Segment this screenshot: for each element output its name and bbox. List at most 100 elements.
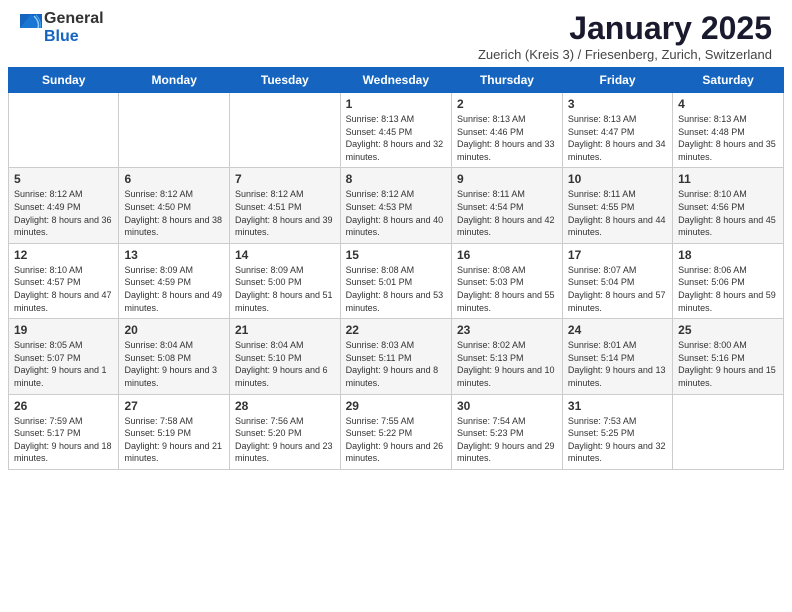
calendar-week-3: 12Sunrise: 8:10 AM Sunset: 4:57 PM Dayli… — [9, 243, 784, 318]
day-number: 2 — [457, 97, 557, 111]
day-number: 19 — [14, 323, 113, 337]
day-number: 25 — [678, 323, 778, 337]
title-area: January 2025 Zuerich (Kreis 3) / Friesen… — [478, 10, 772, 62]
weekday-header-tuesday: Tuesday — [229, 68, 340, 93]
calendar-cell: 9Sunrise: 8:11 AM Sunset: 4:54 PM Daylig… — [452, 168, 563, 243]
calendar-cell: 28 Sunrise: 7:56 AM Sunset: 5:20 PM Dayli… — [229, 394, 340, 469]
day-number: 11 — [678, 172, 778, 186]
day-number: 12 — [14, 248, 113, 262]
calendar-cell — [119, 93, 230, 168]
day-number: 29 — [346, 399, 446, 413]
day-info: Sunrise: 8:05 AM Sunset: 5:07 PM Dayligh… — [14, 339, 113, 389]
calendar-cell: 30 Sunrise: 7:54 AM Sunset: 5:23 PM Dayli… — [452, 394, 563, 469]
calendar-cell: 6 Sunrise: 8:12 AM Sunset: 4:50 PM Daylig… — [119, 168, 230, 243]
calendar-body: 1 Sunrise: 8:13 AM Sunset: 4:45 PM Daylig… — [9, 93, 784, 470]
day-info: Sunrise: 7:53 AM Sunset: 5:25 PM Dayligh… — [568, 415, 667, 465]
day-number: 24 — [568, 323, 667, 337]
calendar-cell: 19 Sunrise: 8:05 AM Sunset: 5:07 PM Dayli… — [9, 319, 119, 394]
day-info: Sunrise: 8:08 AM Sunset: 5:01 PM Dayligh… — [346, 264, 446, 314]
logo: General Blue — [20, 10, 104, 45]
day-info: Sunrise: 8:12 AM Sunset: 4:53 PM Dayligh… — [346, 188, 446, 238]
day-info: Sunrise: 8:10 AM Sunset: 4:56 PM Dayligh… — [678, 188, 778, 238]
calendar-header: SundayMondayTuesdayWednesdayThursdayFrid… — [9, 68, 784, 93]
day-number: 7 — [235, 172, 335, 186]
calendar-cell: 20 Sunrise: 8:04 AM Sunset: 5:08 PM Dayli… — [119, 319, 230, 394]
day-number: 1 — [346, 97, 446, 111]
day-info: Sunrise: 7:58 AM Sunset: 5:19 PM Dayligh… — [124, 415, 224, 465]
day-info: Sunrise: 8:07 AM Sunset: 5:04 PM Dayligh… — [568, 264, 667, 314]
calendar-cell: 3 Sunrise: 8:13 AM Sunset: 4:47 PM Daylig… — [562, 93, 672, 168]
day-info: Sunrise: 7:55 AM Sunset: 5:22 PM Dayligh… — [346, 415, 446, 465]
day-info: Sunrise: 8:02 AM Sunset: 5:13 PM Dayligh… — [457, 339, 557, 389]
calendar-cell: 12Sunrise: 8:10 AM Sunset: 4:57 PM Dayli… — [9, 243, 119, 318]
day-info: Sunrise: 8:12 AM Sunset: 4:49 PM Dayligh… — [14, 188, 113, 238]
calendar-wrapper: SundayMondayTuesdayWednesdayThursdayFrid… — [0, 67, 792, 478]
weekday-header-friday: Friday — [562, 68, 672, 93]
day-number: 20 — [124, 323, 224, 337]
day-info: Sunrise: 8:12 AM Sunset: 4:51 PM Dayligh… — [235, 188, 335, 238]
day-number: 15 — [346, 248, 446, 262]
day-info: Sunrise: 8:01 AM Sunset: 5:14 PM Dayligh… — [568, 339, 667, 389]
calendar-cell: 31 Sunrise: 7:53 AM Sunset: 5:25 PM Dayli… — [562, 394, 672, 469]
day-number: 26 — [14, 399, 113, 413]
day-info: Sunrise: 8:09 AM Sunset: 5:00 PM Dayligh… — [235, 264, 335, 314]
month-title: January 2025 — [478, 10, 772, 47]
day-info: Sunrise: 8:08 AM Sunset: 5:03 PM Dayligh… — [457, 264, 557, 314]
day-number: 13 — [124, 248, 224, 262]
day-info: Sunrise: 8:12 AM Sunset: 4:50 PM Dayligh… — [124, 188, 224, 238]
calendar-cell: 4Sunrise: 8:13 AM Sunset: 4:48 PM Daylig… — [673, 93, 784, 168]
subtitle: Zuerich (Kreis 3) / Friesenberg, Zurich,… — [478, 47, 772, 62]
calendar-cell: 7 Sunrise: 8:12 AM Sunset: 4:51 PM Daylig… — [229, 168, 340, 243]
calendar-cell: 24 Sunrise: 8:01 AM Sunset: 5:14 PM Dayli… — [562, 319, 672, 394]
day-number: 6 — [124, 172, 224, 186]
calendar-cell: 29 Sunrise: 7:55 AM Sunset: 5:22 PM Dayli… — [340, 394, 451, 469]
calendar-cell: 17Sunrise: 8:07 AM Sunset: 5:04 PM Dayli… — [562, 243, 672, 318]
calendar-cell: 11 Sunrise: 8:10 AM Sunset: 4:56 PM Dayli… — [673, 168, 784, 243]
day-number: 14 — [235, 248, 335, 262]
day-number: 27 — [124, 399, 224, 413]
day-number: 8 — [346, 172, 446, 186]
day-info: Sunrise: 8:13 AM Sunset: 4:46 PM Dayligh… — [457, 113, 557, 163]
day-info: Sunrise: 8:09 AM Sunset: 4:59 PM Dayligh… — [124, 264, 224, 314]
calendar-cell — [673, 394, 784, 469]
calendar-cell: 10Sunrise: 8:11 AM Sunset: 4:55 PM Dayli… — [562, 168, 672, 243]
weekday-row: SundayMondayTuesdayWednesdayThursdayFrid… — [9, 68, 784, 93]
calendar-cell: 14 Sunrise: 8:09 AM Sunset: 5:00 PM Dayli… — [229, 243, 340, 318]
calendar-week-5: 26 Sunrise: 7:59 AM Sunset: 5:17 PM Dayli… — [9, 394, 784, 469]
calendar-cell: 1 Sunrise: 8:13 AM Sunset: 4:45 PM Daylig… — [340, 93, 451, 168]
calendar-cell: 2 Sunrise: 8:13 AM Sunset: 4:46 PM Daylig… — [452, 93, 563, 168]
day-info: Sunrise: 8:11 AM Sunset: 4:54 PM Dayligh… — [457, 188, 557, 238]
weekday-header-monday: Monday — [119, 68, 230, 93]
day-info: Sunrise: 8:13 AM Sunset: 4:47 PM Dayligh… — [568, 113, 667, 163]
logo-general: General — [44, 10, 104, 28]
day-info: Sunrise: 7:59 AM Sunset: 5:17 PM Dayligh… — [14, 415, 113, 465]
day-number: 16 — [457, 248, 557, 262]
calendar-cell: 8 Sunrise: 8:12 AM Sunset: 4:53 PM Daylig… — [340, 168, 451, 243]
day-number: 28 — [235, 399, 335, 413]
day-info: Sunrise: 8:06 AM Sunset: 5:06 PM Dayligh… — [678, 264, 778, 314]
day-number: 30 — [457, 399, 557, 413]
day-number: 4 — [678, 97, 778, 111]
day-info: Sunrise: 8:04 AM Sunset: 5:08 PM Dayligh… — [124, 339, 224, 389]
day-info: Sunrise: 8:13 AM Sunset: 4:45 PM Dayligh… — [346, 113, 446, 163]
calendar-cell: 15 Sunrise: 8:08 AM Sunset: 5:01 PM Dayli… — [340, 243, 451, 318]
calendar-week-4: 19 Sunrise: 8:05 AM Sunset: 5:07 PM Dayli… — [9, 319, 784, 394]
day-info: Sunrise: 7:54 AM Sunset: 5:23 PM Dayligh… — [457, 415, 557, 465]
day-info: Sunrise: 8:11 AM Sunset: 4:55 PM Dayligh… — [568, 188, 667, 238]
calendar-cell: 13 Sunrise: 8:09 AM Sunset: 4:59 PM Dayli… — [119, 243, 230, 318]
day-info: Sunrise: 8:04 AM Sunset: 5:10 PM Dayligh… — [235, 339, 335, 389]
calendar-cell: 27 Sunrise: 7:58 AM Sunset: 5:19 PM Dayli… — [119, 394, 230, 469]
logo-icon — [20, 14, 42, 42]
day-number: 31 — [568, 399, 667, 413]
calendar-week-1: 1 Sunrise: 8:13 AM Sunset: 4:45 PM Daylig… — [9, 93, 784, 168]
day-info: Sunrise: 8:00 AM Sunset: 5:16 PM Dayligh… — [678, 339, 778, 389]
calendar-cell: 5 Sunrise: 8:12 AM Sunset: 4:49 PM Daylig… — [9, 168, 119, 243]
calendar-week-2: 5 Sunrise: 8:12 AM Sunset: 4:49 PM Daylig… — [9, 168, 784, 243]
day-info: Sunrise: 7:56 AM Sunset: 5:20 PM Dayligh… — [235, 415, 335, 465]
weekday-header-wednesday: Wednesday — [340, 68, 451, 93]
weekday-header-sunday: Sunday — [9, 68, 119, 93]
day-number: 3 — [568, 97, 667, 111]
calendar-cell: 22Sunrise: 8:03 AM Sunset: 5:11 PM Dayli… — [340, 319, 451, 394]
day-number: 5 — [14, 172, 113, 186]
calendar-cell — [229, 93, 340, 168]
